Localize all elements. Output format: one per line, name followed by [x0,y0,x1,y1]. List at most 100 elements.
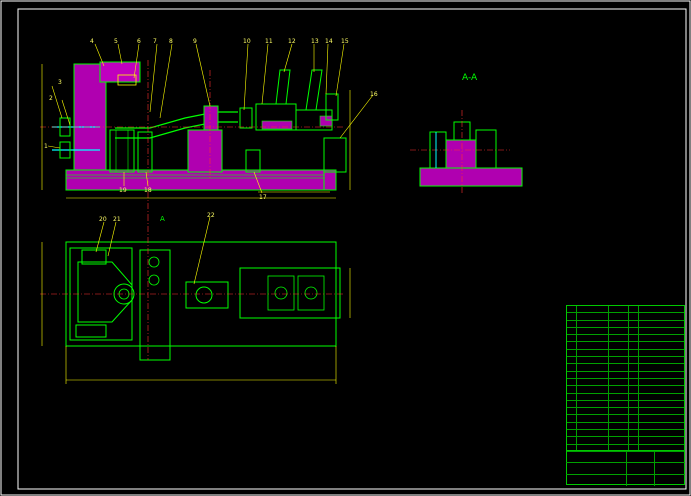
parts-list-cell [609,378,629,386]
clamp-lever-arm [115,111,238,129]
callout-label: 3 [58,79,62,86]
parts-list-cell [609,320,629,327]
parts-list-cell [609,306,629,313]
parts-list-row [567,320,684,328]
parts-list-cell [567,378,577,386]
parts-list-cell [609,415,629,422]
parts-list-cell [567,327,577,335]
parts-list-row [567,400,684,409]
parts-list-cell [577,364,610,371]
parts-list-cell [577,371,610,378]
parts-list-cell [639,357,684,363]
parts-list-cell [567,364,577,371]
parts-list-row [567,408,684,416]
parts-list-row [567,415,684,423]
parts-list-cell [639,386,684,392]
parts-list-cell [629,437,639,444]
section-base-plate [419,167,523,187]
parts-list-row [567,357,684,365]
parts-list-cell [639,350,684,356]
parts-list-cell [629,313,639,320]
parts-list-cell [629,306,639,313]
parts-list-cell [567,386,577,393]
parts-list-cell [567,400,577,408]
parts-list-cell [577,437,610,444]
parts-list-cell [577,393,610,400]
parts-list-cell [629,335,639,342]
parts-list-cell [567,320,577,327]
parts-list-cell [577,386,610,393]
parts-list-cell [609,327,629,335]
base-plate [65,169,337,191]
parts-list-cell [639,306,684,312]
top-view [40,215,351,384]
parts-list-cell [567,342,577,349]
callout-label: 20 [99,216,107,223]
parts-list-cell [629,415,639,422]
parts-list-row [567,371,684,379]
parts-list-row [567,364,684,372]
middle-support-block [187,129,223,173]
callout-label: 17 [259,194,267,201]
title-block [566,450,685,486]
callout-label: 22 [207,212,215,219]
parts-list-cell [629,371,639,378]
parts-list-cell [567,335,577,342]
parts-list-cell [609,400,629,408]
parts-list-cell [567,349,577,357]
parts-list-cell [609,342,629,349]
parts-list-cell [639,430,684,436]
parts-list-cell [639,379,684,385]
parts-list-row [567,313,684,321]
parts-list-cell [577,320,610,327]
parts-list-cell [639,328,684,334]
parts-list-cell [567,422,577,430]
parts-list-cell [629,364,639,371]
callout-label: 18 [144,187,152,194]
parts-list-cell [629,357,639,364]
parts-list-cell [629,386,639,393]
parts-list-cell [577,342,610,349]
parts-list-cell [629,349,639,357]
front-view [40,43,374,215]
callout-label: 5 [114,38,118,45]
parts-list-cell [609,335,629,342]
parts-list-cell [577,335,610,342]
parts-list-cell [567,357,577,364]
callout-label: 1 [44,143,48,150]
callout-label: 7 [153,38,157,45]
callout-label: 4 [90,38,94,45]
callout-label: 11 [265,38,273,45]
parts-list-row [567,393,684,401]
section-view-a-a [410,110,523,195]
parts-list-cell [629,378,639,386]
handle-right [305,69,323,111]
parts-list-cell [577,313,610,320]
parts-list-cell [577,378,610,386]
top-clamp-block [99,61,141,83]
parts-list-row [567,378,684,387]
parts-list-row [567,349,684,358]
locating-cylinder [109,129,135,173]
parts-list-cell [577,408,610,415]
callout-label: 13 [311,38,319,45]
parts-list-cell [629,400,639,408]
parts-list-cell [577,430,610,437]
parts-list-cell [639,394,684,400]
parts-list-cell [609,371,629,378]
parts-list-cell [609,349,629,357]
view-marker: A [160,215,165,223]
callout-label: 16 [370,91,378,98]
callout-label: 21 [113,216,121,223]
callout-label: 15 [341,38,349,45]
parts-list-cell [567,415,577,422]
parts-list-cell [629,393,639,400]
parts-list-cell [577,357,610,364]
parts-list-cell [629,342,639,349]
parts-list-cell [639,372,684,378]
parts-list-cell [577,349,610,357]
parts-list-row [567,430,684,438]
parts-list-row [567,422,684,431]
parts-list-cell [639,423,684,429]
parts-list-cell [567,393,577,400]
